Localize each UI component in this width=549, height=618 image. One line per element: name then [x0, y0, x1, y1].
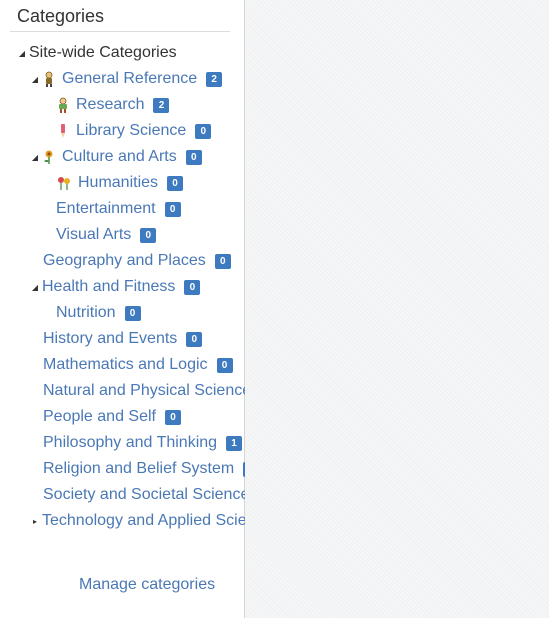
category-sidebar: Categories ◢ Site-wide Categories ◢ Gene…: [0, 0, 306, 618]
manage-categories-link[interactable]: Manage categories: [79, 576, 215, 594]
tree-label-philosophy[interactable]: Philosophy and Thinking: [43, 434, 217, 452]
tree-label-root[interactable]: Site-wide Categories: [29, 44, 177, 62]
count-badge: 0: [186, 331, 203, 347]
tree-node-research: Research 2: [0, 92, 244, 118]
tree-node-entertainment: Entertainment 0: [0, 196, 244, 222]
expand-arrow-icon[interactable]: ◢: [30, 153, 40, 162]
count-badge: 0: [164, 201, 181, 217]
tree-node-nutrition: Nutrition 0: [0, 300, 244, 326]
tree-label-mathematics[interactable]: Mathematics and Logic: [43, 356, 208, 374]
tree-node-humanities: Humanities 0: [0, 170, 244, 196]
flower-icon: [42, 149, 56, 165]
person-figure-icon: [42, 71, 56, 87]
tree-node-natural-sciences: Natural and Physical Sciences 0: [0, 378, 285, 404]
tree-label-research[interactable]: Research: [76, 96, 144, 114]
tree-node-general-reference: ◢ General Reference 2: [0, 66, 244, 92]
main-content-area: [245, 0, 549, 618]
tree-node-religion: Religion and Belief System 2: [0, 456, 260, 482]
expand-arrow-icon[interactable]: ◢: [30, 283, 40, 292]
count-badge: 0: [184, 279, 201, 295]
count-badge: 0: [195, 123, 212, 139]
count-badge: 0: [124, 305, 141, 321]
tree-node-people: People and Self 0: [0, 404, 244, 430]
tree-label-entertainment[interactable]: Entertainment: [56, 200, 156, 218]
count-badge: 0: [164, 409, 181, 425]
tree-node-mathematics: Mathematics and Logic 0: [0, 352, 244, 378]
tree-node-geography: Geography and Places 0: [0, 248, 244, 274]
tree-label-humanities[interactable]: Humanities: [78, 174, 158, 192]
collapse-arrow-icon[interactable]: ▸: [30, 517, 40, 526]
pen-icon: [56, 123, 70, 139]
tree-label-society[interactable]: Society and Societal Sciences: [43, 486, 257, 504]
count-badge: 0: [167, 175, 184, 191]
count-badge: 2: [206, 71, 223, 87]
tree-label-health[interactable]: Health and Fitness: [42, 278, 175, 296]
tree-node-culture-and-arts: ◢ Culture and Arts 0: [0, 144, 244, 170]
title-divider: [10, 31, 230, 32]
tree-node-philosophy: Philosophy and Thinking 1: [0, 430, 244, 456]
tree-label-people[interactable]: People and Self: [43, 408, 156, 426]
person-figure-icon: [56, 97, 70, 113]
tree-node-technology: ▸ Technology and Applied Sciences 2: [0, 508, 306, 534]
count-badge: 0: [214, 253, 231, 269]
tree-node-health: ◢ Health and Fitness 0: [0, 274, 244, 300]
tree-label-nutrition[interactable]: Nutrition: [56, 304, 116, 322]
tree-node-library-science: Library Science 0: [0, 118, 244, 144]
tree-label-religion[interactable]: Religion and Belief System: [43, 460, 234, 478]
count-badge: 1: [226, 435, 243, 451]
tree-label-geography[interactable]: Geography and Places: [43, 252, 206, 270]
count-badge: 0: [185, 149, 202, 165]
tree-label-visual-arts[interactable]: Visual Arts: [56, 226, 131, 244]
tree-label-natural-sciences[interactable]: Natural and Physical Sciences: [43, 382, 259, 400]
tree-node-visual-arts: Visual Arts 0: [0, 222, 244, 248]
tree-label-culture-and-arts[interactable]: Culture and Arts: [62, 148, 177, 166]
category-tree: ◢ Site-wide Categories ◢ General Referen…: [0, 40, 306, 534]
tree-label-history[interactable]: History and Events: [43, 330, 177, 348]
panel-title: Categories: [17, 6, 105, 26]
tree-node-society: Society and Societal Sciences 2: [0, 482, 283, 508]
tree-label-general-reference[interactable]: General Reference: [62, 70, 197, 88]
count-badge: 0: [216, 357, 233, 373]
tree-node-root: ◢ Site-wide Categories: [0, 40, 244, 66]
tree-node-history: History and Events 0: [0, 326, 244, 352]
tree-label-library-science[interactable]: Library Science: [76, 122, 186, 140]
expand-arrow-icon[interactable]: ◢: [30, 75, 40, 84]
count-badge: 2: [153, 97, 170, 113]
flowers-icon: [56, 175, 72, 191]
count-badge: 0: [140, 227, 157, 243]
expand-arrow-icon[interactable]: ◢: [17, 49, 27, 58]
